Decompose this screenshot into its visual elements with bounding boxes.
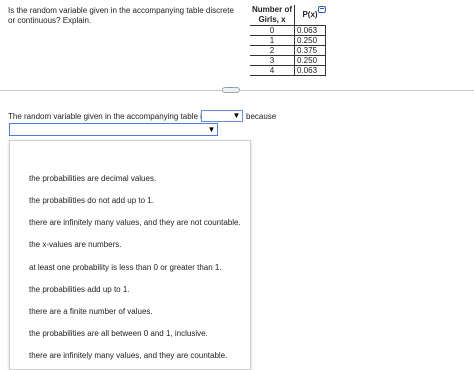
table-cell-px: 0.250 <box>294 55 326 66</box>
header-number-of-girls: Number of Girls, x <box>250 5 295 26</box>
dropdown-option[interactable]: the probabilities are decimal values. <box>29 174 156 183</box>
copy-icon[interactable] <box>318 6 326 13</box>
table-row: 1 0.250 <box>250 35 326 46</box>
table-cell-px: 0.063 <box>294 25 326 36</box>
question-text: Is the random variable given in the acco… <box>8 6 234 25</box>
dropdown-option[interactable]: at least one probability is less than 0 … <box>29 263 222 272</box>
dropdown-option[interactable]: the probabilities do not add up to 1. <box>29 196 154 205</box>
discrete-continuous-select[interactable]: ▼ <box>201 110 243 122</box>
table-cell-x: 1 <box>250 35 295 46</box>
dropdown-option[interactable]: the probabilities are all between 0 and … <box>29 329 208 338</box>
divider-handle[interactable]: ... <box>222 83 240 93</box>
table-cell-x: 4 <box>250 65 295 76</box>
table-cell-x: 2 <box>250 45 295 56</box>
dropdown-option[interactable]: there are infinitely many values, and th… <box>29 351 227 360</box>
dropdown-option[interactable]: there are a finite number of values. <box>29 307 153 316</box>
table-row: 3 0.250 <box>250 55 326 66</box>
table-cell-x: 0 <box>250 25 295 36</box>
table-cell-px: 0.375 <box>294 45 326 56</box>
answer-suffix: because <box>246 112 277 121</box>
table-cell-x: 3 <box>250 55 295 66</box>
dropdown-option[interactable]: the probabilities add up to 1. <box>29 285 130 294</box>
reason-dropdown-list: the probabilities are decimal values. th… <box>9 140 251 370</box>
probability-table: Number of Girls, x P(x) 0 0.063 1 0.250 … <box>250 5 326 76</box>
chevron-down-icon[interactable]: ▼ <box>207 125 216 135</box>
dropdown-option[interactable]: the x-values are numbers. <box>29 240 122 249</box>
answer-prefix: The random variable given in the accompa… <box>8 112 206 121</box>
dropdown-option[interactable]: there are infinitely many values, and th… <box>29 218 241 227</box>
reason-select[interactable]: ▼ <box>9 123 218 136</box>
table-row: 4 0.063 <box>250 65 326 76</box>
table-cell-px: 0.063 <box>294 65 326 76</box>
table-cell-px: 0.250 <box>294 35 326 46</box>
chevron-down-icon[interactable]: ▼ <box>232 111 241 121</box>
table-row: 2 0.375 <box>250 45 326 56</box>
table-row: 0 0.063 <box>250 25 326 36</box>
divider-handle-dots: ... <box>227 83 233 90</box>
